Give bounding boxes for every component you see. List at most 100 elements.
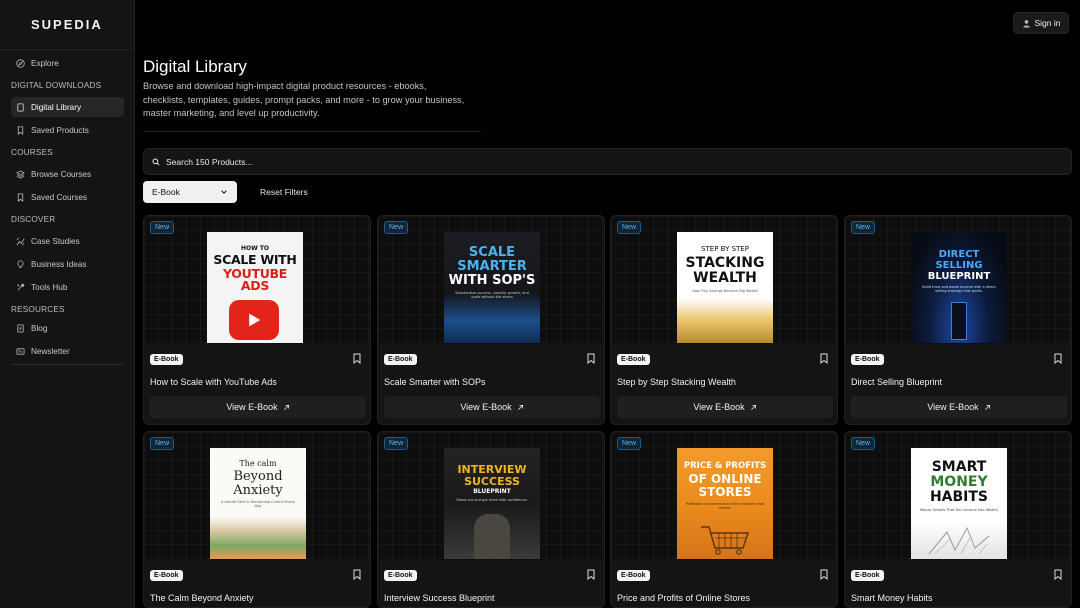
cover-line: Anxiety bbox=[233, 483, 283, 498]
book-cover-money-habits: SMART MONEY HABITS Money Smarts That Tur… bbox=[911, 448, 1007, 559]
bookmark-icon[interactable] bbox=[586, 353, 596, 364]
sidebar-item-explore[interactable]: Explore bbox=[11, 53, 124, 73]
sign-in-label: Sign in bbox=[1034, 18, 1061, 28]
product-title: The Calm Beyond Anxiety bbox=[150, 593, 254, 603]
search-input[interactable] bbox=[166, 156, 566, 167]
product-title: Price and Profits of Online Stores bbox=[617, 593, 751, 603]
search-icon bbox=[152, 157, 160, 166]
newspaper-icon bbox=[16, 347, 25, 355]
sidebar-item-label: Digital Library bbox=[31, 102, 82, 112]
cover-line: SCALE bbox=[468, 245, 516, 260]
new-badge: New bbox=[617, 221, 642, 234]
sidebar-item-saved-products[interactable]: Saved Products bbox=[11, 120, 124, 140]
sidebar-section-discover: DISCOVER bbox=[11, 215, 56, 224]
type-tag: E-Book bbox=[150, 354, 183, 365]
product-title: How to Scale with YouTube Ads bbox=[150, 377, 277, 387]
cover-line: STACKING bbox=[685, 255, 765, 271]
cover-line: INTERVIEW bbox=[457, 463, 527, 476]
chart-icon bbox=[16, 237, 25, 245]
product-card[interactable]: HOW TO SCALE WITH YOUTUBE ADS New E-Book… bbox=[143, 215, 371, 425]
type-filter-select[interactable]: E-Book bbox=[143, 181, 237, 203]
cover-line: OF ONLINE bbox=[688, 471, 762, 486]
product-cover-area: The calm Beyond Anxiety A Gentle Path to… bbox=[144, 432, 370, 560]
layers-icon bbox=[16, 169, 25, 179]
sidebar-item-saved-courses[interactable]: Saved Courses bbox=[11, 187, 124, 207]
bookmark-icon[interactable] bbox=[819, 569, 829, 580]
bookmark-icon[interactable] bbox=[1053, 353, 1063, 364]
view-ebook-button[interactable]: View E-Book bbox=[851, 396, 1067, 418]
document-icon bbox=[17, 323, 24, 333]
sidebar-item-newsletter[interactable]: Newsletter bbox=[11, 341, 124, 361]
cover-line: HABITS bbox=[929, 489, 989, 505]
cover-subtitle: Money Smarts That Turn Income Into Wealt… bbox=[920, 508, 998, 512]
cover-subtitle: Profitable e-commerce and the numbers th… bbox=[685, 501, 765, 510]
cover-line: BLUEPRINT bbox=[473, 488, 511, 495]
doorway-illustration bbox=[951, 302, 967, 340]
suit-illustration bbox=[474, 514, 510, 559]
sign-in-button[interactable]: Sign in bbox=[1013, 12, 1069, 34]
cover-line: PRICE & PROFITS bbox=[683, 461, 767, 471]
sidebar-item-tools-hub[interactable]: Tools Hub bbox=[11, 277, 124, 297]
paper-money-illustration bbox=[928, 526, 990, 555]
search-bar[interactable] bbox=[143, 148, 1072, 175]
sidebar-item-case-studies[interactable]: Case Studies bbox=[11, 231, 124, 251]
sidebar-item-digital-library[interactable]: Digital Library bbox=[11, 97, 124, 117]
book-cover-sops: SCALE SMARTER WITH SOP'S Standardize suc… bbox=[444, 232, 540, 343]
chevron-down-icon bbox=[221, 190, 227, 194]
new-badge: New bbox=[851, 437, 876, 450]
book-cover-youtube-ads: HOW TO SCALE WITH YOUTUBE ADS bbox=[207, 232, 303, 343]
sidebar-item-label: Newsletter bbox=[31, 346, 70, 356]
type-tag: E-Book bbox=[617, 570, 650, 581]
product-cover-area: DIRECT SELLING BLUEPRINT Build trust and… bbox=[845, 216, 1071, 344]
compass-icon bbox=[16, 58, 25, 68]
new-badge: New bbox=[384, 437, 409, 450]
bookmark-icon[interactable] bbox=[819, 353, 829, 364]
product-card[interactable]: DIRECT SELLING BLUEPRINT Build trust and… bbox=[844, 215, 1072, 425]
product-card[interactable]: SCALE SMARTER WITH SOP'S Standardize suc… bbox=[377, 215, 605, 425]
user-icon bbox=[1022, 19, 1030, 28]
sidebar: SUPEDIA Explore DIGITAL DOWNLOADS Digita… bbox=[0, 0, 135, 608]
sidebar-item-label: Case Studies bbox=[31, 236, 80, 246]
reset-filters-button[interactable]: Reset Filters bbox=[260, 187, 308, 197]
sidebar-item-browse-courses[interactable]: Browse Courses bbox=[11, 164, 124, 184]
product-card[interactable]: PRICE & PROFITS OF ONLINE STORES Profita… bbox=[610, 431, 838, 608]
product-title: Interview Success Blueprint bbox=[384, 593, 495, 603]
product-title: Smart Money Habits bbox=[851, 593, 933, 603]
page-description: Browse and download high-impact digital … bbox=[143, 81, 465, 118]
sidebar-section-courses: COURSES bbox=[11, 148, 53, 157]
view-ebook-button[interactable]: View E-Book bbox=[617, 396, 833, 418]
product-card[interactable]: INTERVIEW SUCCESS BLUEPRINT Stand out an… bbox=[377, 431, 605, 608]
product-card[interactable]: STEP BY STEP STACKING WEALTH How Tiny Sa… bbox=[610, 215, 838, 425]
view-ebook-button[interactable]: View E-Book bbox=[384, 396, 600, 418]
external-link-icon bbox=[750, 404, 756, 410]
sidebar-divider bbox=[11, 364, 124, 365]
type-tag: E-Book bbox=[851, 570, 884, 581]
bookmark-icon[interactable] bbox=[1053, 569, 1063, 580]
bookmark-icon bbox=[17, 192, 24, 202]
sidebar-item-business-ideas[interactable]: Business Ideas bbox=[11, 254, 124, 274]
sidebar-item-blog[interactable]: Blog bbox=[11, 318, 124, 338]
book-cover-interview: INTERVIEW SUCCESS BLUEPRINT Stand out an… bbox=[444, 448, 540, 559]
cover-line: SCALE WITH bbox=[213, 252, 297, 267]
sidebar-item-label: Browse Courses bbox=[31, 169, 92, 179]
bookmark-icon[interactable] bbox=[586, 569, 596, 580]
cover-line: MONEY bbox=[930, 474, 988, 490]
cover-subtitle: Stand out and get hired with confidence. bbox=[456, 498, 528, 502]
cover-line: The calm bbox=[239, 459, 277, 468]
product-card[interactable]: SMART MONEY HABITS Money Smarts That Tur… bbox=[844, 431, 1072, 608]
product-card[interactable]: The calm Beyond Anxiety A Gentle Path to… bbox=[143, 431, 371, 608]
view-ebook-button[interactable]: View E-Book bbox=[150, 396, 366, 418]
view-ebook-label: View E-Book bbox=[226, 402, 278, 412]
book-cover-stacking-wealth: STEP BY STEP STACKING WEALTH How Tiny Sa… bbox=[677, 232, 773, 343]
product-cover-area: SCALE SMARTER WITH SOP'S Standardize suc… bbox=[378, 216, 604, 344]
bookmark-icon[interactable] bbox=[352, 353, 362, 364]
external-link-icon bbox=[984, 404, 990, 410]
brand-logo[interactable]: SUPEDIA bbox=[0, 0, 134, 50]
bookmark-icon[interactable] bbox=[352, 569, 362, 580]
new-badge: New bbox=[150, 221, 175, 234]
product-cover-area: SMART MONEY HABITS Money Smarts That Tur… bbox=[845, 432, 1071, 560]
product-title: Scale Smarter with SOPs bbox=[384, 377, 486, 387]
type-tag: E-Book bbox=[617, 354, 650, 365]
cover-line: STORES bbox=[698, 484, 752, 499]
youtube-play-icon bbox=[229, 300, 279, 340]
